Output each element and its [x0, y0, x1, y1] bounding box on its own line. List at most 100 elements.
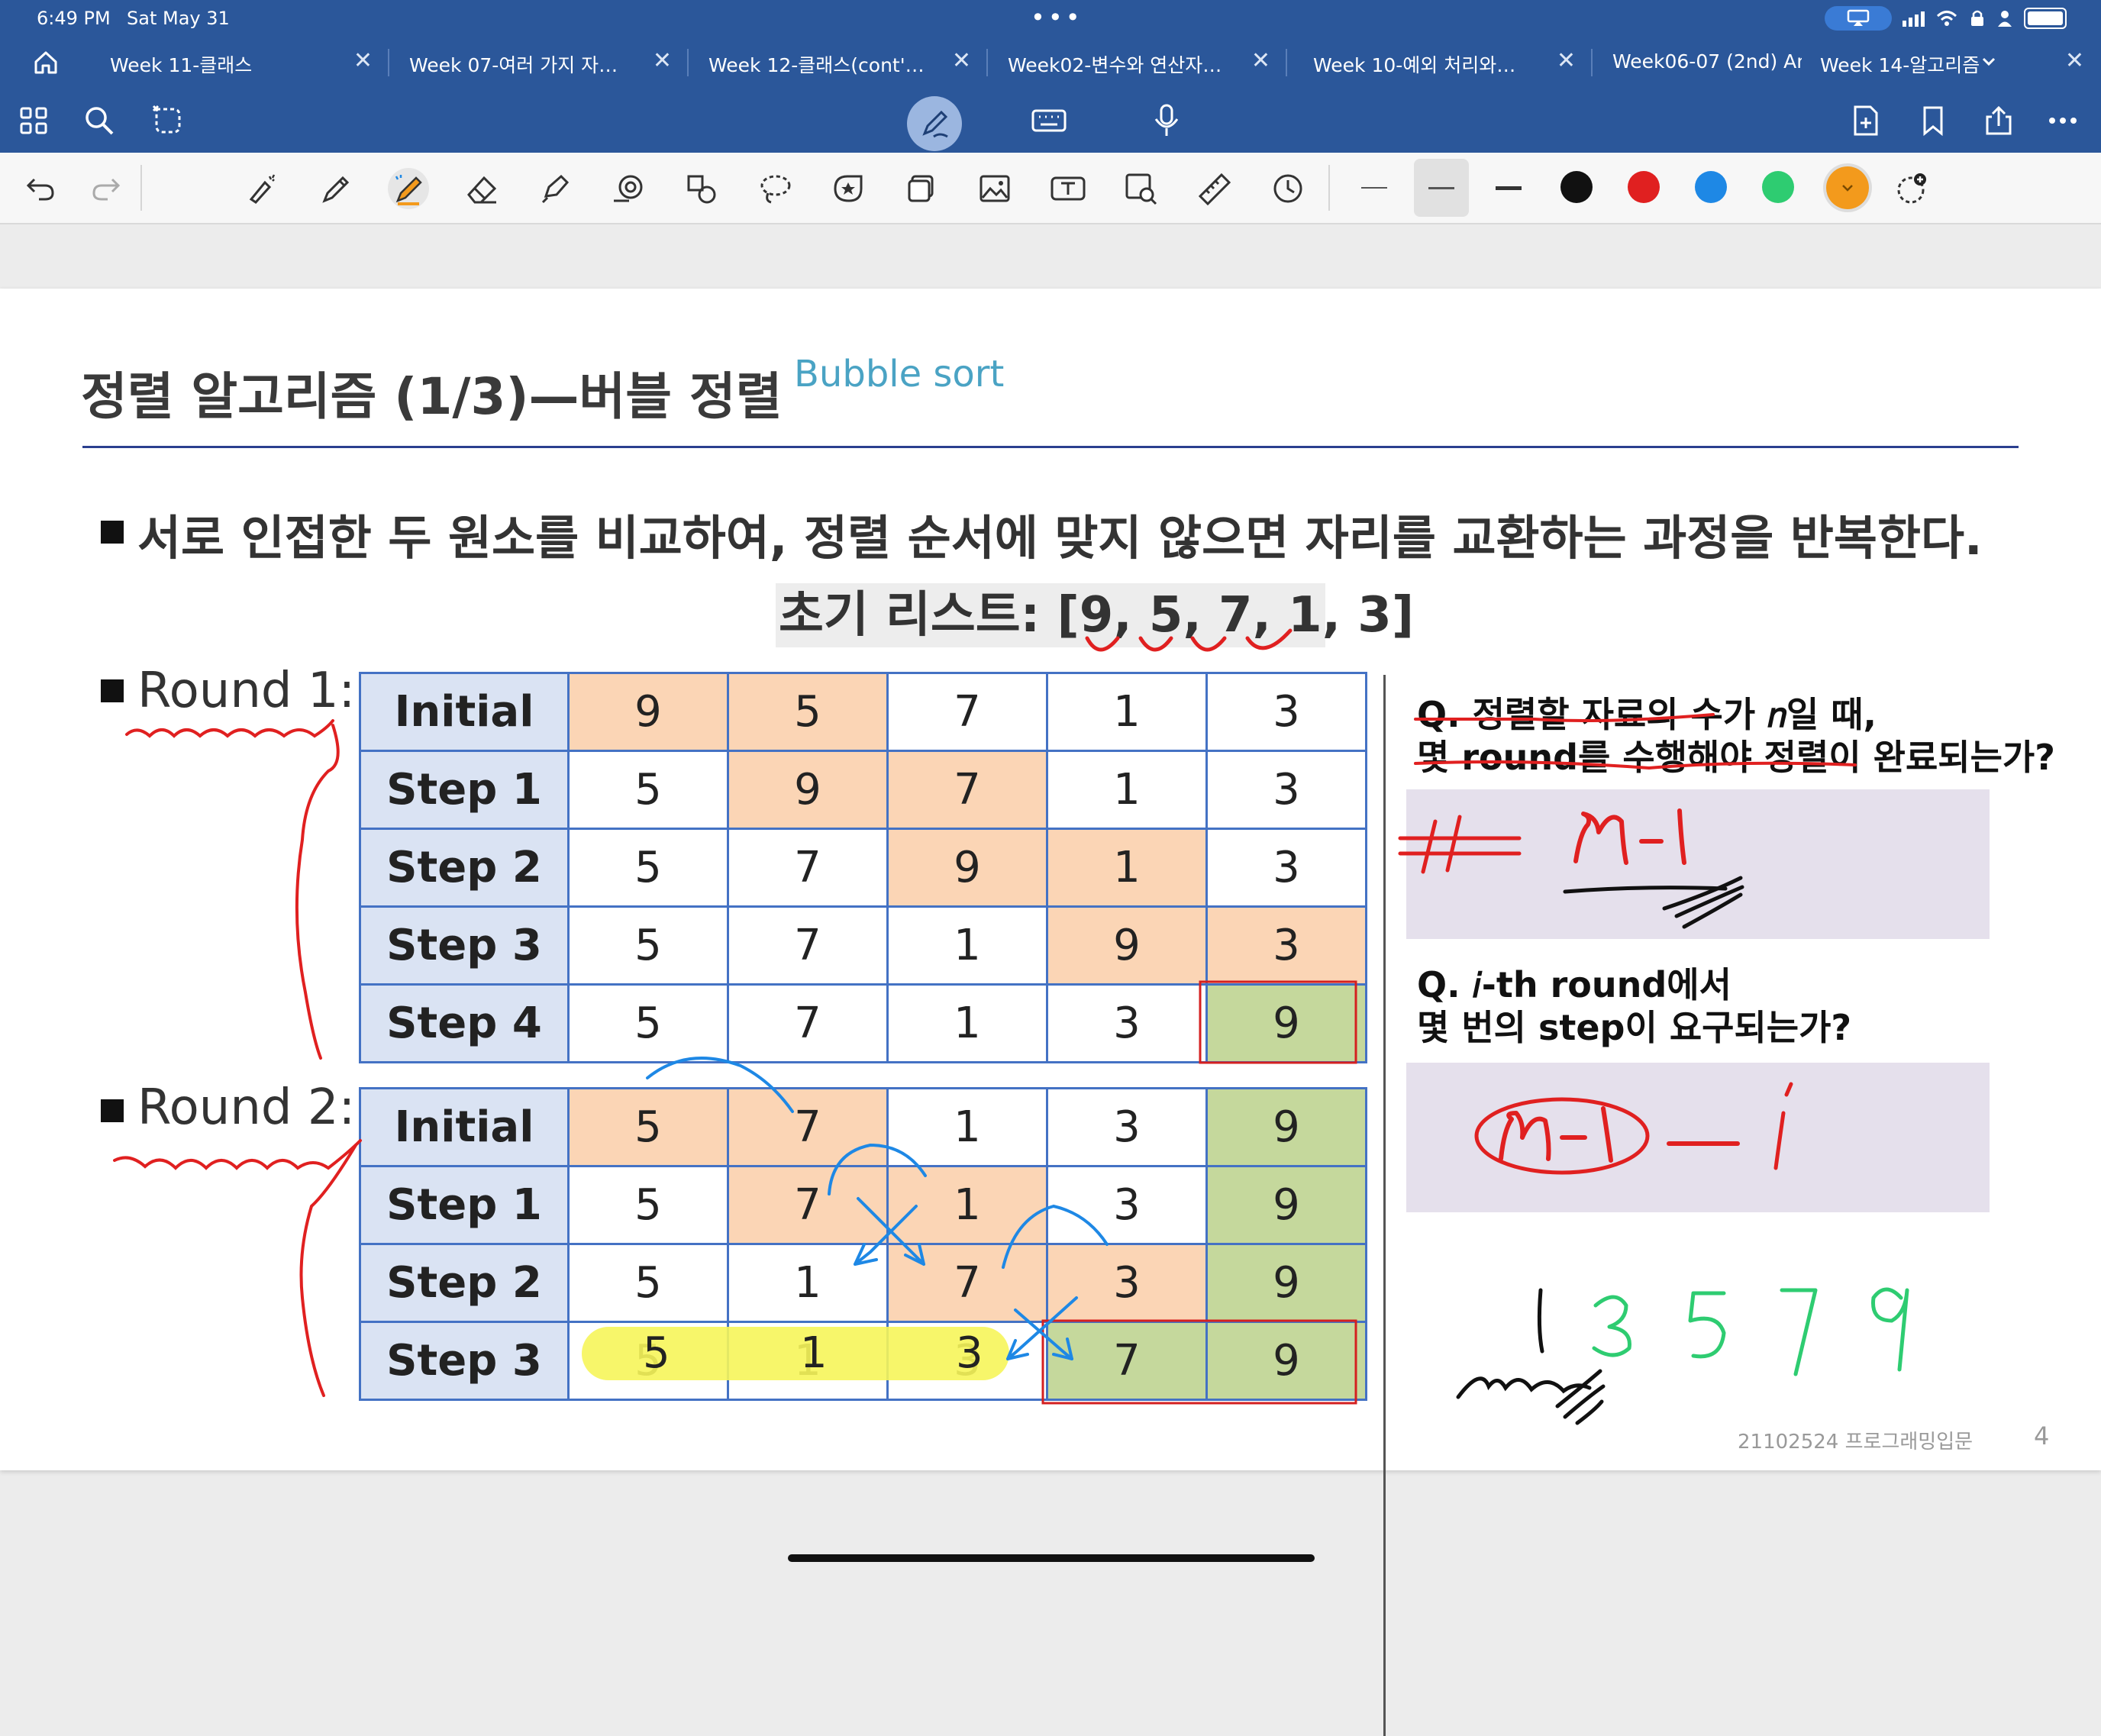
wifi-icon — [1936, 11, 1957, 26]
close-icon[interactable]: ✕ — [1251, 47, 1270, 74]
tab-week06-07[interactable]: Week06-07 (2nd) An… — [1593, 38, 1806, 87]
slide-subtitle: Bubble sort — [794, 353, 1005, 395]
tab-week14-active[interactable]: Week 14-알고리즘 ✕ — [1802, 38, 2101, 87]
tab-week11[interactable]: Week 11-클래스 ✕ — [90, 38, 389, 87]
stroke-thin-button[interactable] — [1347, 153, 1402, 223]
cell: 3 — [1205, 672, 1367, 752]
cell: 5 — [567, 1165, 729, 1245]
question2-line1: Q. 𝑖-th round에서 — [1417, 964, 1731, 1005]
course-footer: 21102524 프로그래밍입문 — [1738, 1431, 1974, 1454]
undo-icon[interactable] — [20, 168, 61, 209]
home-icon — [34, 51, 57, 74]
row-label: Step 3 — [359, 905, 570, 986]
cell: 7 — [727, 1165, 889, 1245]
cell: 5 — [567, 1243, 729, 1323]
add-color-icon[interactable] — [1892, 168, 1933, 209]
lasso-icon[interactable] — [754, 168, 796, 209]
highlighted-values: 5 1 3 — [582, 1327, 1009, 1380]
cell: 7 — [727, 1087, 889, 1167]
close-icon[interactable]: ✕ — [353, 47, 373, 74]
cell: 3 — [1046, 1243, 1208, 1323]
tab-week10[interactable]: Week 10-예외 처리와… ✕ — [1293, 38, 1593, 87]
cell: 7 — [1046, 1321, 1208, 1401]
column-divider — [1383, 675, 1386, 1736]
new-page-icon[interactable] — [1846, 101, 1886, 140]
more-icon[interactable] — [2043, 101, 2083, 140]
tab-label: Week02-변수와 연산자… — [1008, 54, 1222, 76]
microphone-icon[interactable] — [1147, 101, 1186, 140]
redo-icon[interactable] — [86, 168, 127, 209]
cell: 5 — [567, 828, 729, 908]
home-button[interactable] — [18, 44, 73, 81]
recent-icon[interactable] — [1267, 168, 1309, 209]
color-red-swatch[interactable] — [1628, 171, 1660, 203]
text-box-icon[interactable] — [1047, 168, 1089, 209]
cell: 7 — [727, 983, 889, 1063]
slide-page[interactable]: 정렬 알고리즘 (1/3)—버블 정렬 Bubble sort 서로 인접한 두… — [0, 289, 2101, 1736]
elements-icon[interactable] — [681, 168, 722, 209]
eraser-icon[interactable] — [461, 168, 502, 209]
close-icon[interactable]: ✕ — [653, 47, 672, 74]
tab-label: Week06-07 (2nd) An… — [1612, 50, 1803, 73]
tab-label: Week 12-클래스(cont'… — [708, 54, 925, 76]
stroke-thick-button[interactable] — [1481, 153, 1536, 223]
round2-label: Round 2: — [137, 1079, 356, 1136]
pen-mode-icon[interactable] — [907, 96, 962, 151]
cell: 7 — [886, 1243, 1048, 1323]
cell: 5 — [727, 672, 889, 752]
multitask-dots[interactable]: ••• — [1031, 3, 1083, 32]
chevron-down-icon[interactable] — [1980, 55, 1997, 69]
cell: 1 — [1046, 828, 1208, 908]
close-icon[interactable]: ✕ — [952, 47, 971, 74]
color-green-swatch[interactable] — [1762, 171, 1794, 203]
grid-icon[interactable] — [14, 101, 53, 140]
home-indicator[interactable] — [788, 1554, 1315, 1562]
fountain-pen-icon[interactable] — [388, 168, 429, 209]
bookmark-icon[interactable] — [1913, 101, 1953, 140]
tab-label: Week 07-여러 가지 자… — [409, 54, 618, 76]
color-blue-swatch[interactable] — [1695, 171, 1727, 203]
image-icon[interactable] — [974, 168, 1015, 209]
image-search-icon[interactable] — [1121, 168, 1162, 209]
initial-list: 초기 리스트: [9, 5, 7, 1, 3] — [776, 583, 1414, 647]
tab-week07[interactable]: Week 07-여러 가지 자… ✕ — [389, 38, 689, 87]
magic-shape-icon[interactable] — [148, 101, 188, 140]
highlighter-icon[interactable] — [534, 168, 576, 209]
ruler-icon[interactable] — [1194, 168, 1235, 209]
row-label: Step 4 — [359, 983, 570, 1063]
round1-table: Initial 9 5 7 1 3 Step 1 5 9 7 1 3 Step … — [359, 672, 1367, 1063]
sticker-icon[interactable] — [828, 168, 869, 209]
cell: 1 — [886, 1087, 1048, 1167]
sticky-note-icon[interactable] — [901, 168, 942, 209]
search-icon[interactable] — [79, 101, 119, 140]
bullet-text: 서로 인접한 두 원소를 비교하여, 정렬 순서에 맞지 않으면 자리를 교환하… — [137, 510, 1983, 566]
keyboard-icon[interactable] — [1029, 101, 1069, 140]
cell: 3 — [1205, 828, 1367, 908]
color-orange-swatch-selected[interactable] — [1826, 166, 1869, 209]
table-row: Step 2 5 7 9 1 3 — [359, 828, 1367, 908]
status-time: 6:49 PM — [37, 8, 111, 29]
page-number: 4 — [2034, 1421, 2050, 1450]
question2-line2: 몇 번의 step이 요구되는가? — [1417, 1007, 1852, 1048]
slide-title: 정렬 알고리즘 (1/3)—버블 정렬 — [81, 367, 783, 426]
laser-pointer-icon[interactable] — [241, 168, 282, 209]
stroke-medium-button[interactable] — [1414, 159, 1469, 217]
table-row: Step 1 5 7 1 3 9 — [359, 1165, 1367, 1245]
cell: 9 — [727, 750, 889, 830]
pencil-icon[interactable] — [315, 168, 356, 209]
cell: 9 — [1205, 1165, 1367, 1245]
close-icon[interactable]: ✕ — [2065, 47, 2084, 74]
question1-line2: 몇 round를 수행해야 정렬이 완료되는가? — [1417, 737, 2055, 778]
cell: 1 — [886, 983, 1048, 1063]
color-black-swatch[interactable] — [1560, 171, 1593, 203]
screen-mirroring-icon[interactable] — [1825, 6, 1892, 31]
cell: 3 — [956, 1328, 983, 1378]
share-icon[interactable] — [1979, 101, 2019, 140]
cellular-signal-icon — [1903, 10, 1925, 27]
shapes-icon[interactable] — [608, 168, 649, 209]
tab-week02[interactable]: Week02-변수와 연산자… ✕ — [988, 38, 1287, 87]
tab-week12[interactable]: Week 12-클래스(cont'… ✕ — [689, 38, 988, 87]
close-icon[interactable]: ✕ — [1557, 47, 1576, 74]
cell: 9 — [1205, 1087, 1367, 1167]
round1-label: Round 1: — [137, 663, 356, 719]
